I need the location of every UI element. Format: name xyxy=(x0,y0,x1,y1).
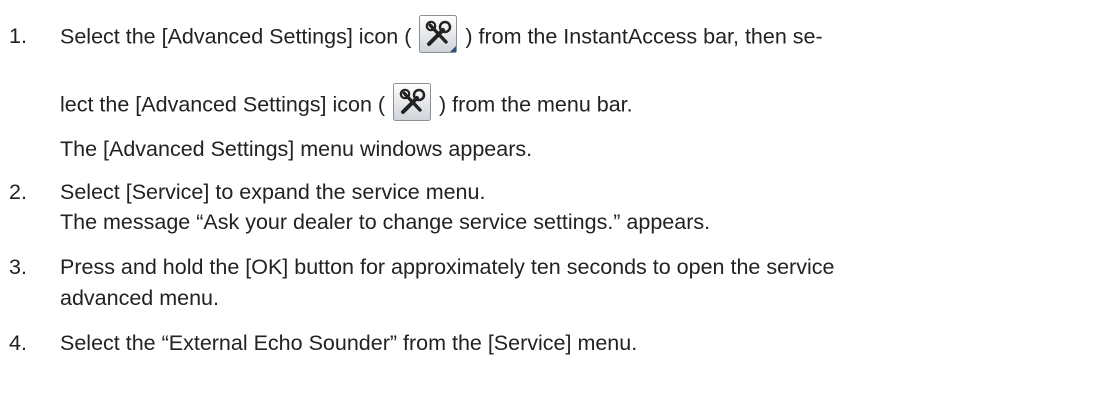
step-text: advanced menu. xyxy=(60,286,219,310)
step-number: 2. xyxy=(9,180,27,204)
step-text: ) from the menu bar. xyxy=(439,92,633,117)
step-number: 3. xyxy=(9,255,27,279)
step-number: 4. xyxy=(9,331,27,355)
step-text: Select [Service] to expand the service m… xyxy=(60,180,486,204)
step-text: Select the “External Echo Sounder” from … xyxy=(60,331,638,355)
step-text: The [Advanced Settings] menu windows app… xyxy=(60,137,533,161)
step-text: Press and hold the [OK] button for appro… xyxy=(60,255,835,279)
step-text: ) from the InstantAccess bar, then se- xyxy=(465,24,823,49)
step-text: lect the [Advanced Settings] icon ( xyxy=(60,92,386,117)
advanced-settings-icon xyxy=(419,15,458,53)
advanced-settings-icon xyxy=(393,83,432,121)
step-text: Select the [Advanced Settings] icon ( xyxy=(60,24,412,49)
step-number: 1. xyxy=(9,24,27,48)
step-text: The message “Ask your dealer to change s… xyxy=(60,210,711,234)
